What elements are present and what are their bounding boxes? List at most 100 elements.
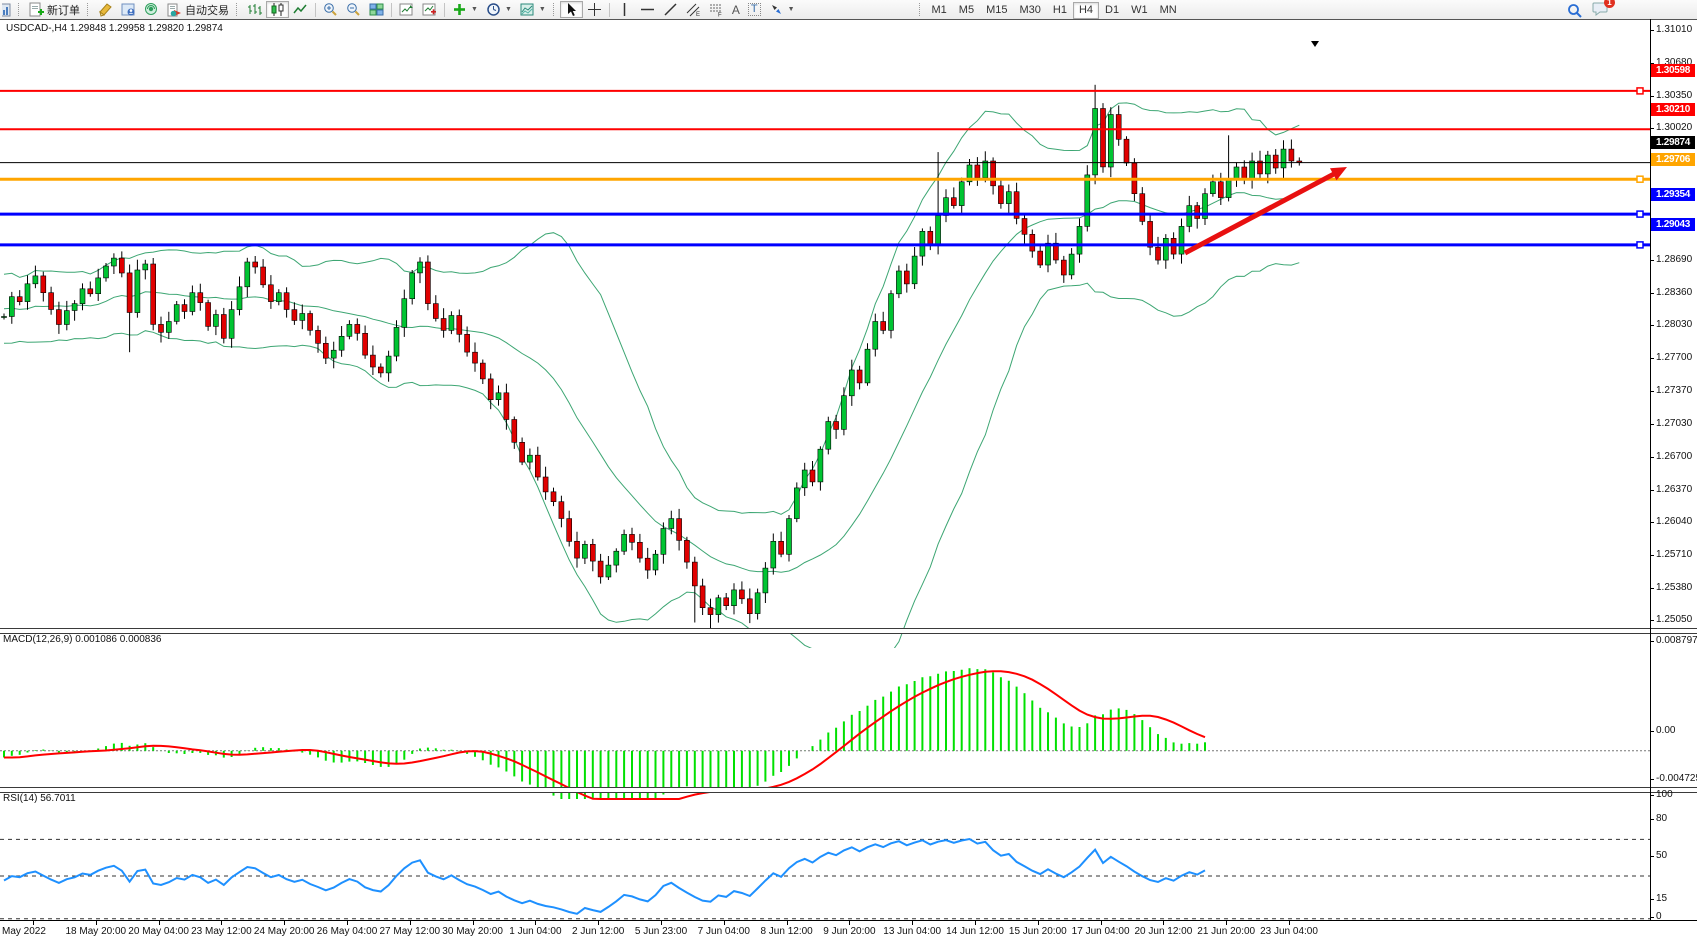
window-chart-icon[interactable]	[0, 2, 15, 17]
horizontal-line-tool-button[interactable]	[636, 1, 659, 18]
pane-separator[interactable]	[0, 787, 1697, 793]
candle-body	[363, 333, 368, 355]
chart-candles-button[interactable]	[266, 1, 289, 18]
timeframe-button-m5[interactable]: M5	[953, 2, 980, 19]
timeframe-button-h4[interactable]: H4	[1073, 2, 1099, 19]
time-tick-mark	[1038, 921, 1039, 925]
candle-body	[190, 293, 195, 312]
candle-body	[661, 529, 666, 555]
time-tick-label: 17 Jun 04:00	[1072, 926, 1130, 937]
candle-body	[1038, 251, 1043, 265]
price-tick-mark	[1650, 457, 1654, 458]
time-tick-mark	[1101, 921, 1102, 925]
add-indicator-button[interactable]: ▼	[448, 1, 482, 18]
time-tick-mark	[33, 921, 34, 925]
price-tick-label: 1.28690	[1656, 254, 1697, 265]
mt4-application-window: 新订单 自动交易	[0, 0, 1697, 939]
timeframe-button-m15[interactable]: M15	[980, 2, 1013, 19]
chart-ohlc-values: 1.29848 1.29958 1.29820 1.29874	[70, 23, 223, 34]
crosshair-tool-button[interactable]	[583, 1, 606, 18]
timeframe-button-m1[interactable]: M1	[926, 2, 953, 19]
time-tick-label: 1 Jun 04:00	[509, 926, 561, 937]
pane-separator[interactable]	[0, 628, 1697, 634]
period-clock-button[interactable]: ▼	[482, 1, 516, 18]
candle-body	[151, 264, 156, 324]
candle-body	[237, 287, 242, 310]
new-order-button[interactable]: 新订单	[25, 1, 84, 18]
zoom-in-button[interactable]	[319, 1, 342, 18]
line-drag-handle[interactable]	[1637, 242, 1643, 248]
templates-button[interactable]: ▼	[516, 1, 550, 18]
cursor-tool-button[interactable]	[560, 1, 583, 18]
tile-windows-icon	[369, 2, 384, 17]
label-tool-button[interactable]: T	[744, 1, 765, 18]
timeframe-button-w1[interactable]: W1	[1125, 2, 1154, 19]
candle-body	[1163, 238, 1168, 260]
timeframe-button-d1[interactable]: D1	[1099, 2, 1125, 19]
rsi-tick-mark	[1650, 795, 1654, 796]
fibonacci-tool-button[interactable]: F	[705, 1, 728, 18]
trend-arrow[interactable]	[1185, 171, 1340, 253]
signals-button[interactable]	[140, 1, 163, 18]
tile-windows-button[interactable]	[365, 1, 388, 18]
candle-body	[700, 586, 705, 608]
time-tick-label: 18 May 20:00	[65, 926, 126, 937]
timeframe-button-mn[interactable]: MN	[1154, 2, 1183, 19]
candle-body	[716, 598, 721, 615]
horizontal-line-icon	[640, 2, 655, 17]
time-tick-label: 23 Jun 04:00	[1260, 926, 1318, 937]
candle-body	[9, 297, 14, 317]
search-icon[interactable]	[1567, 4, 1582, 19]
candle-body	[425, 262, 430, 304]
time-tick-label: May 2022	[2, 926, 46, 937]
toolbar-grip[interactable]	[236, 3, 240, 16]
time-tick-mark	[96, 921, 97, 925]
autotrading-button[interactable]: 自动交易	[163, 1, 233, 18]
timeframe-button-h1[interactable]: H1	[1047, 2, 1073, 19]
candle-body	[771, 541, 776, 568]
candle-body	[316, 330, 321, 343]
candle-body	[300, 314, 305, 321]
notifications-button[interactable]: 1	[1592, 1, 1609, 21]
trendline-tool-button[interactable]	[659, 1, 682, 18]
zoom-out-button[interactable]	[342, 1, 365, 18]
candle-body	[959, 182, 964, 206]
candle-body	[88, 289, 93, 294]
toolbar-grip[interactable]	[553, 3, 557, 16]
indicator-window-up-button[interactable]	[395, 1, 418, 18]
time-axis[interactable]: May 202218 May 20:0020 May 04:0023 May 1…	[0, 920, 1697, 939]
macd-pane[interactable]	[0, 652, 1650, 807]
price-level-badge: 1.29043	[1651, 218, 1695, 231]
vertical-line-tool-button[interactable]	[613, 1, 636, 18]
indicator-window-add-button[interactable]	[418, 1, 441, 18]
line-drag-handle[interactable]	[1637, 211, 1643, 217]
profiles-button[interactable]	[117, 1, 140, 18]
price-tick-label: 1.26370	[1656, 484, 1697, 495]
indicator-line	[4, 193, 1299, 573]
candle-body	[834, 422, 839, 430]
favorites-button[interactable]	[94, 1, 117, 18]
line-drag-handle[interactable]	[1637, 176, 1643, 182]
chart-bars-button[interactable]	[243, 1, 266, 18]
candle-body	[1140, 194, 1145, 222]
price-chart-pane[interactable]	[0, 39, 1650, 648]
toolbar-grip[interactable]	[919, 3, 923, 16]
chart-line-button[interactable]	[289, 1, 312, 18]
channel-tool-button[interactable]: E	[682, 1, 705, 18]
candle-body	[732, 590, 737, 606]
candle-body	[465, 334, 470, 352]
time-tick-mark	[724, 921, 725, 925]
candle-body	[582, 544, 587, 558]
last-bar-marker-icon	[1311, 41, 1319, 47]
candle-body	[347, 324, 352, 336]
candle-body	[936, 216, 941, 245]
arrows-tool-button[interactable]: ▼	[765, 1, 799, 18]
candle-body	[1187, 206, 1192, 227]
line-drag-handle[interactable]	[1637, 88, 1643, 94]
time-tick-mark	[1289, 921, 1290, 925]
toolbar-grip[interactable]	[87, 3, 91, 16]
timeframe-button-m30[interactable]: M30	[1013, 2, 1046, 19]
toolbar-grip[interactable]	[18, 3, 22, 16]
text-tool-button[interactable]: A	[728, 1, 744, 18]
candle-body	[512, 420, 517, 443]
